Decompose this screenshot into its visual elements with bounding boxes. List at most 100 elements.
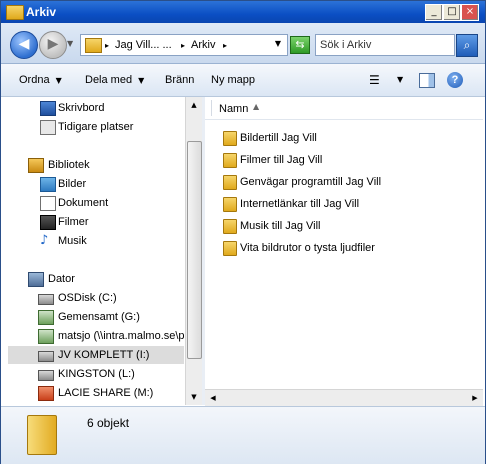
preview-pane-icon[interactable] [419,73,435,88]
nav-item-label: Musik [58,235,87,247]
refresh-icon: ⇆ [295,38,305,51]
view-options-icon[interactable]: ☰ [369,73,380,87]
share-label: Dela med [85,74,133,86]
navigation-pane[interactable]: Skrivbord Tidigare platser Bibliotek Bil… [8,97,184,405]
nav-item-videos[interactable]: Filmer [8,213,184,231]
organize-button[interactable]: Ordna ▼ [19,74,62,86]
nav-item-drive-g[interactable]: Gemensamt (G:) [8,308,184,326]
list-item[interactable]: Musik till Jag Vill [219,217,469,235]
help-icon[interactable]: ? [447,72,463,88]
nav-item-drive-p[interactable]: matsjo (\\intra.malmo.se\p [8,327,184,345]
list-item-label: Filmer till Jag Vill [240,154,323,166]
address-field[interactable]: ▸ Jag Vill... ... ▸ Arkiv ▸ ▼ [80,34,288,56]
new-folder-button[interactable]: Ny mapp [211,74,255,86]
search-input[interactable]: Sök i Arkiv [315,34,455,56]
list-item-label: Bildertill Jag Vill [240,132,317,144]
column-header-name[interactable]: Namn [219,103,248,115]
search-icon: ⌕ [463,38,471,52]
folder-icon [27,415,57,455]
pictures-icon [40,177,56,192]
nav-item-label: OSDisk (C:) [58,292,117,304]
scroll-right-icon[interactable]: ▶ [468,391,482,405]
nav-item-computer[interactable]: Dator [8,270,184,288]
share-button[interactable]: Dela med ▼ [85,74,144,86]
breadcrumb-separator-icon[interactable]: ▸ [105,41,109,50]
list-item[interactable]: Vita bildrutor o tysta ljudfiler [219,239,469,257]
list-item[interactable]: Internetlänkar till Jag Vill [219,195,469,213]
network-drive-icon [38,310,54,325]
nav-item-drive-m[interactable]: LACIE SHARE (M:) [8,384,184,402]
breadcrumb-separator-icon[interactable]: ▸ [223,41,227,50]
usb-drive-icon [38,370,54,381]
nav-item-desktop[interactable]: Skrivbord [8,99,184,117]
libraries-icon [28,158,44,173]
list-item[interactable]: Filmer till Jag Vill [219,151,469,169]
videos-icon [40,215,56,230]
scrollbar-thumb[interactable] [187,141,202,359]
maximize-button[interactable]: □ [443,4,461,21]
network-drive-icon [38,329,54,344]
recent-pages-dropdown[interactable]: ▼ [67,39,73,48]
title-bar[interactable]: Arkiv _ □ × [1,1,485,23]
refresh-button[interactable]: ⇆ [290,36,310,54]
nav-item-drive-i[interactable]: JV KOMPLETT (I:) [8,346,184,364]
nav-item-label: Bibliotek [48,159,90,171]
back-arrow-icon: ◀ [18,36,30,52]
column-header-row: Namn ▲ [205,97,483,120]
nav-item-label: Tidigare platser [58,121,134,133]
window-title: Arkiv [26,5,57,19]
minimize-button[interactable]: _ [425,4,443,21]
usb-drive-icon [38,351,54,362]
folder-icon [223,175,237,190]
nav-item-recent-places[interactable]: Tidigare platser [8,118,184,136]
scroll-down-icon[interactable]: ▼ [187,390,201,404]
address-dropdown-icon[interactable]: ▼ [275,39,281,48]
breadcrumb-separator-icon[interactable]: ▸ [181,41,185,50]
nav-item-label: Bilder [58,178,87,190]
details-pane: 6 objekt [1,406,485,464]
column-divider[interactable] [211,100,212,116]
close-button[interactable]: × [461,4,479,21]
documents-icon [40,196,56,211]
nav-item-label: Dator [48,273,75,285]
list-item-label: Vita bildrutor o tysta ljudfiler [240,242,375,254]
nav-item-libraries[interactable]: Bibliotek [8,156,184,174]
lacie-drive-icon [38,386,54,401]
nav-item-pictures[interactable]: Bilder [8,175,184,193]
navigation-scrollbar[interactable]: ▲ ▼ [185,97,202,405]
chevron-down-icon: ▼ [55,76,62,85]
nav-item-label: JV KOMPLETT (I:) [58,349,150,361]
nav-item-label: Dokument [58,197,109,209]
scroll-up-icon[interactable]: ▲ [187,98,201,112]
list-item[interactable]: Genvägar programtill Jag Vill [219,173,469,191]
folder-icon [223,131,237,146]
scroll-left-icon[interactable]: ◀ [206,391,220,405]
folder-icon [85,38,102,53]
music-icon: ♪ [40,233,49,248]
nav-item-label: Gemensamt (G:) [58,311,140,323]
computer-icon [28,272,44,287]
breadcrumb-item[interactable]: Jag Vill... ... [115,39,172,51]
explorer-window: Arkiv _ □ × ◀ ▶ ▼ ▸ Jag Vill... ... ▸ Ar… [0,0,486,464]
nav-item-label: Filmer [58,216,89,228]
back-button[interactable]: ◀ [10,31,38,59]
nav-item-music[interactable]: ♪ Musik [8,232,184,250]
nav-item-drive-l[interactable]: KINGSTON (L:) [8,365,184,383]
list-item[interactable]: Bildertill Jag Vill [219,129,469,147]
search-button[interactable]: ⌕ [456,34,478,57]
breadcrumb-item[interactable]: Arkiv [191,39,215,51]
chevron-down-icon[interactable]: ▼ [397,75,403,84]
address-bar-area: ◀ ▶ ▼ ▸ Jag Vill... ... ▸ Arkiv ▸ ▼ ⇆ Sö… [1,23,485,64]
folder-icon [223,153,237,168]
folder-icon [223,197,237,212]
nav-item-label: LACIE SHARE (M:) [58,387,154,399]
nav-item-drive-c[interactable]: OSDisk (C:) [8,289,184,307]
folder-icon [6,5,24,20]
nav-item-label: KINGSTON (L:) [58,368,135,380]
burn-button[interactable]: Bränn [165,74,194,86]
list-item-label: Internetlänkar till Jag Vill [240,198,360,210]
nav-item-documents[interactable]: Dokument [8,194,184,212]
horizontal-scrollbar[interactable]: ◀ ▶ [205,389,483,406]
sort-ascending-icon: ▲ [253,102,260,111]
forward-button[interactable]: ▶ [39,31,67,59]
